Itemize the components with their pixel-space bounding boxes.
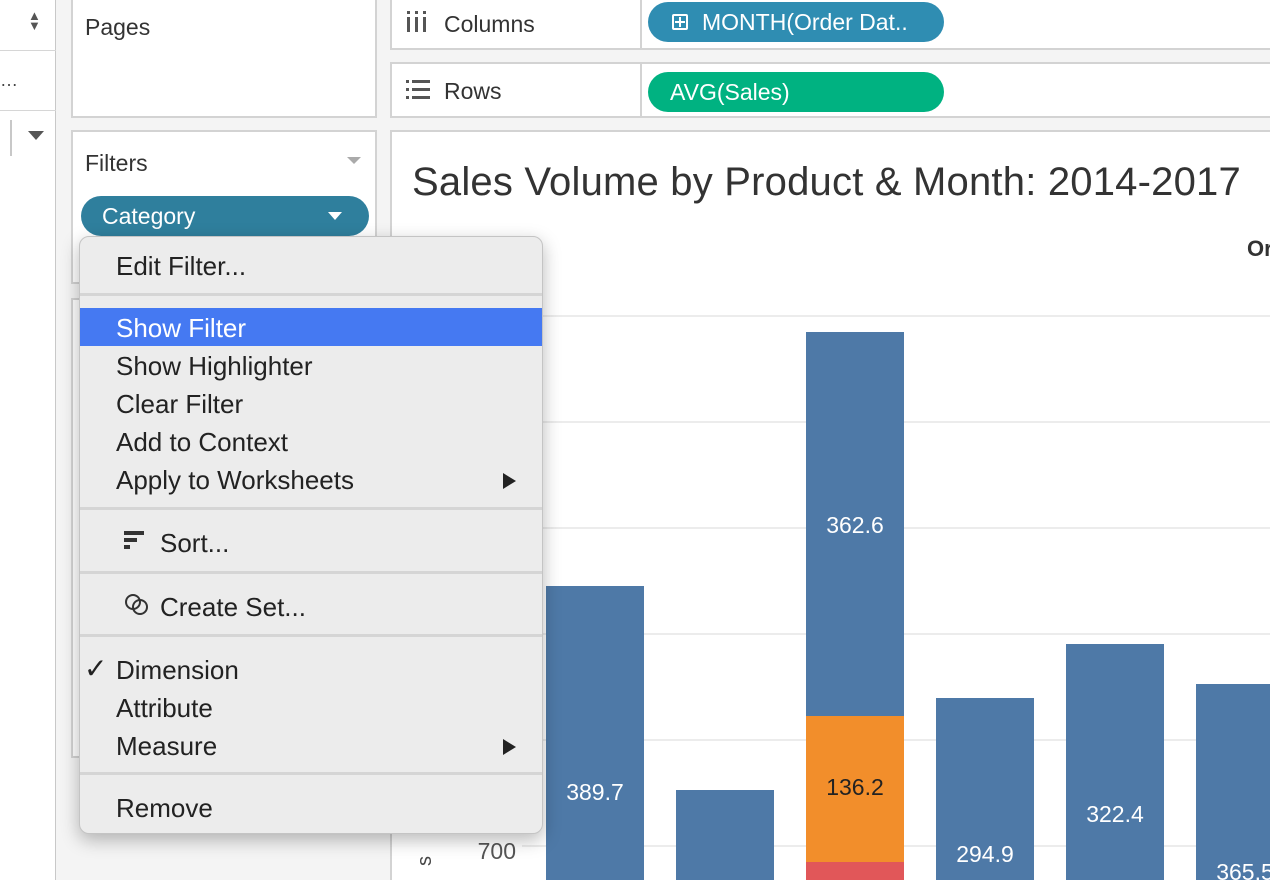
menu-item-show-highlighter[interactable]: Show Highlighter — [80, 346, 542, 384]
menu-item-label: Add to Context — [116, 427, 288, 457]
divider — [0, 110, 56, 111]
divider — [10, 120, 12, 156]
filters-menu-caret-icon[interactable] — [347, 157, 361, 164]
expand-plus-icon[interactable] — [672, 14, 688, 30]
data-pane-edge: ▲ ▼ … — [0, 0, 56, 880]
month-order-date-pill[interactable]: MONTH(Order Dat.. — [648, 2, 944, 42]
menu-item-label: Edit Filter... — [116, 251, 247, 281]
menu-item-show-filter[interactable]: Show Filter — [80, 308, 542, 346]
create-set-icon — [125, 594, 148, 615]
bar-value-label: 365.5 — [1216, 859, 1270, 880]
menu-item-edit-filter[interactable]: Edit Filter... — [80, 246, 542, 284]
rows-label: Rows — [444, 78, 502, 104]
bar-value-label: 294.9 — [956, 841, 1014, 867]
month-pill-label: MONTH(Order Dat.. — [702, 9, 908, 35]
menu-item-label: Create Set... — [160, 592, 306, 622]
avg-sales-pill[interactable]: AVG(Sales) — [648, 72, 944, 112]
bar — [1196, 684, 1270, 880]
sort-arrows-icon[interactable]: ▲ ▼ — [28, 9, 41, 32]
menu-item-label: Measure — [116, 731, 218, 761]
category-pill-label: Category — [102, 203, 196, 229]
bar-segment — [806, 862, 904, 880]
columns-icon — [407, 11, 426, 32]
menu-item-label: Remove — [116, 793, 213, 823]
menu-item-clear-filter[interactable]: Clear Filter — [80, 384, 542, 422]
menu-item-label: Sort... — [160, 528, 230, 558]
y-tick-label: 700 — [478, 838, 516, 864]
columns-label: Columns — [444, 11, 535, 37]
ellipsis-icon: … — [0, 70, 18, 90]
menu-item-label: Show Highlighter — [116, 351, 313, 381]
filters-title: Filters — [85, 150, 148, 176]
submenu-arrow-icon — [503, 473, 516, 489]
divider — [640, 0, 642, 48]
pages-title: Pages — [85, 14, 151, 40]
menu-separator — [80, 772, 542, 775]
menu-separator — [80, 634, 542, 637]
category-filter-pill[interactable]: Category — [81, 196, 369, 236]
submenu-arrow-icon — [503, 739, 516, 755]
checkmark-icon: ✓ — [84, 653, 108, 684]
bar-value-label: 136.2 — [826, 774, 884, 800]
menu-item-dimension[interactable]: ✓ Dimension — [80, 650, 542, 688]
divider — [0, 50, 56, 51]
menu-item-add-to-context[interactable]: Add to Context — [80, 422, 542, 460]
bar — [676, 790, 774, 880]
menu-item-measure[interactable]: Measure — [80, 726, 542, 764]
sort-icon — [124, 531, 144, 549]
avg-sales-pill-label: AVG(Sales) — [670, 79, 790, 105]
rows-icon — [406, 80, 430, 99]
filter-context-menu[interactable]: Edit Filter... Show Filter Show Highligh… — [79, 236, 543, 834]
menu-item-label: Apply to Worksheets — [116, 465, 354, 495]
dropdown-caret-icon[interactable] — [28, 131, 44, 140]
bar — [546, 586, 644, 880]
menu-separator — [80, 507, 542, 510]
menu-item-attribute[interactable]: Attribute — [80, 688, 542, 726]
menu-item-apply-to-worksheets[interactable]: Apply to Worksheets — [80, 460, 542, 498]
menu-item-label: Dimension — [116, 655, 239, 685]
bar-value-label: 322.4 — [1086, 801, 1144, 827]
columns-shelf[interactable]: Columns MONTH(Order Dat.. — [390, 0, 1270, 50]
menu-item-label: Attribute — [116, 693, 213, 723]
menu-item-remove[interactable]: Remove — [80, 788, 542, 826]
menu-separator — [80, 571, 542, 574]
pill-dropdown-caret-icon[interactable] — [328, 212, 342, 220]
divider — [640, 64, 642, 116]
menu-separator — [80, 293, 542, 296]
bar-value-label: 362.6 — [826, 512, 884, 538]
menu-item-create-set[interactable]: Create Set... — [80, 587, 542, 625]
menu-item-label: Clear Filter — [116, 389, 244, 419]
bar-value-label: 389.7 — [566, 779, 624, 805]
pages-card[interactable]: Pages — [71, 0, 377, 118]
rows-shelf[interactable]: Rows AVG(Sales) — [390, 62, 1270, 118]
menu-item-sort[interactable]: Sort... — [80, 523, 542, 561]
bar — [1066, 644, 1164, 880]
menu-item-label: Show Filter — [116, 313, 247, 343]
